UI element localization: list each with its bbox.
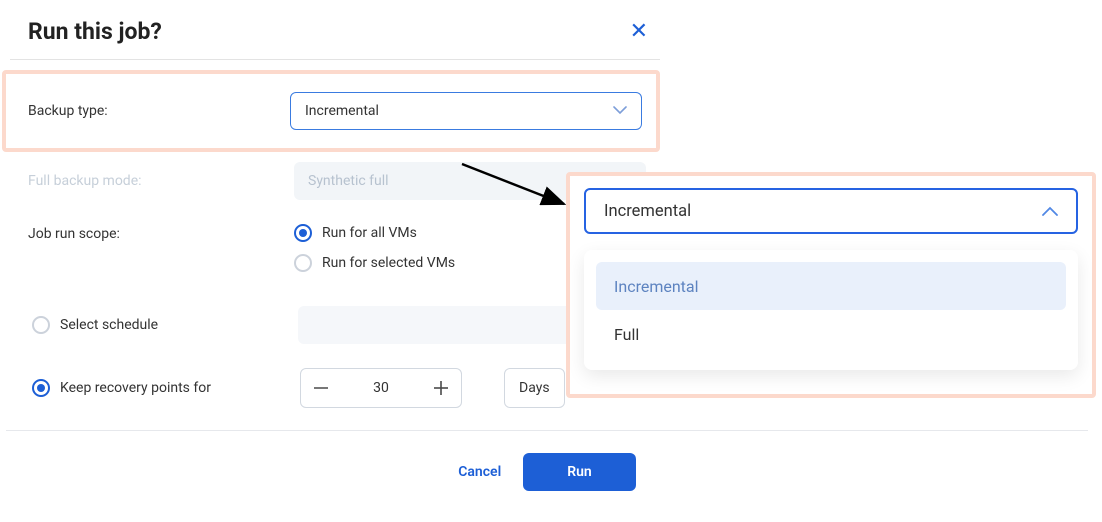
radio-icon: [32, 379, 50, 397]
select-schedule-row: Select schedule: [10, 282, 660, 352]
select-schedule-label: Select schedule: [60, 317, 158, 333]
chevron-up-icon: [1042, 202, 1058, 221]
radio-run-all-vms-label: Run for all VMs: [322, 225, 417, 241]
recovery-value[interactable]: 30: [341, 380, 421, 396]
chevron-down-icon: [613, 103, 627, 119]
full-backup-mode-value: Synthetic full: [308, 173, 389, 189]
recovery-unit-value: Days: [519, 380, 550, 396]
backup-type-select[interactable]: Incremental: [290, 92, 642, 130]
radio-icon: [32, 316, 50, 334]
radio-run-selected-vms[interactable]: Run for selected VMs: [294, 254, 455, 272]
dropdown-option-full[interactable]: Full: [596, 310, 1066, 358]
radio-icon: [294, 224, 312, 242]
dialog-footer: Cancel Run: [6, 430, 1088, 491]
dropdown-open-select[interactable]: Incremental: [584, 188, 1078, 234]
recovery-stepper: 30: [300, 368, 462, 408]
radio-keep-recovery[interactable]: Keep recovery points for: [32, 379, 286, 397]
dropdown-option-incremental[interactable]: Incremental: [596, 262, 1066, 310]
radio-select-schedule[interactable]: Select schedule: [32, 316, 284, 334]
backup-type-dropdown-popover: Incremental Incremental Full: [566, 172, 1096, 398]
dialog-header: Run this job? ✕: [10, 0, 660, 60]
radio-run-all-vms[interactable]: Run for all VMs: [294, 224, 455, 242]
dropdown-menu: Incremental Full: [584, 250, 1078, 370]
radio-icon: [294, 254, 312, 272]
stepper-increment[interactable]: [421, 369, 461, 407]
job-run-scope-label: Job run scope:: [28, 224, 278, 242]
stepper-decrement[interactable]: [301, 369, 341, 407]
recovery-unit-select[interactable]: Days: [504, 368, 565, 408]
job-run-scope-radio-group: Run for all VMs Run for selected VMs: [294, 224, 455, 272]
dialog-title: Run this job?: [28, 18, 162, 45]
cancel-button[interactable]: Cancel: [458, 464, 501, 480]
run-button[interactable]: Run: [523, 453, 636, 491]
dropdown-selected-value: Incremental: [604, 202, 691, 221]
job-run-scope-row: Job run scope: Run for all VMs Run for s…: [10, 210, 660, 282]
backup-type-label: Backup type:: [28, 103, 274, 119]
run-job-dialog: Run this job? ✕ Backup type: Incremental…: [10, 0, 660, 491]
radio-run-selected-vms-label: Run for selected VMs: [322, 255, 455, 271]
keep-recovery-label: Keep recovery points for: [60, 380, 211, 396]
close-icon[interactable]: ✕: [630, 19, 648, 44]
keep-recovery-row: Keep recovery points for 30 Days: [10, 352, 660, 416]
full-backup-mode-label: Full backup mode:: [28, 173, 278, 189]
backup-type-row: Backup type: Incremental: [2, 70, 660, 152]
backup-type-value: Incremental: [305, 103, 379, 119]
